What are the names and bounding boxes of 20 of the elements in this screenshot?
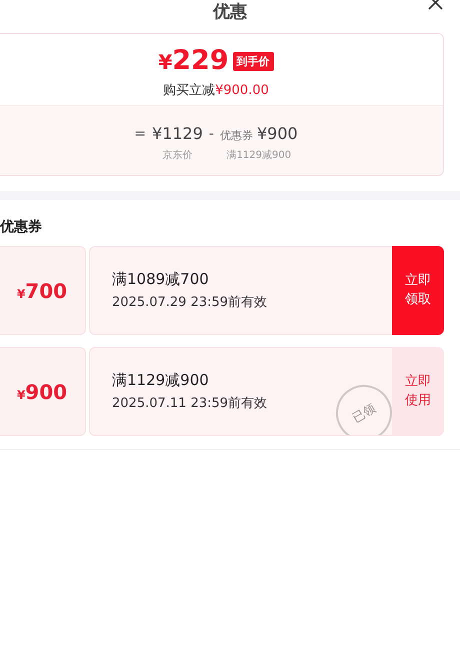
operator: = — [134, 125, 146, 144]
coupon-amount: ¥900 — [16, 380, 68, 404]
coupon-action-button[interactable]: 立即领取 — [392, 246, 444, 335]
coupon-condition: 满1089减700 — [112, 270, 209, 289]
coupon-action-button[interactable]: 立即使用 — [392, 347, 444, 436]
coupon-validity: 2025.07.11 23:59前有效 — [112, 395, 268, 412]
sheet-title: 优惠 — [213, 1, 247, 20]
value-caption: 满1129减900 — [226, 148, 292, 162]
close-icon[interactable] — [428, 0, 444, 12]
formula-value: ¥1129 — [152, 123, 203, 145]
value-caption: 京东价 — [162, 148, 192, 162]
operator: - — [208, 125, 214, 144]
coupon-condition: 满1129减900 — [112, 371, 209, 390]
final-price: ¥229 — [158, 44, 229, 78]
coupon-validity: 2025.07.29 23:59前有效 — [112, 294, 268, 311]
formula-value: ¥900 — [256, 123, 298, 145]
price-tag: 到手价 — [232, 52, 274, 71]
value-prefix: 优惠券 — [220, 128, 253, 143]
coupon-amount: ¥700 — [16, 278, 68, 302]
saving-text: 购买立减¥900.00 — [163, 82, 269, 99]
